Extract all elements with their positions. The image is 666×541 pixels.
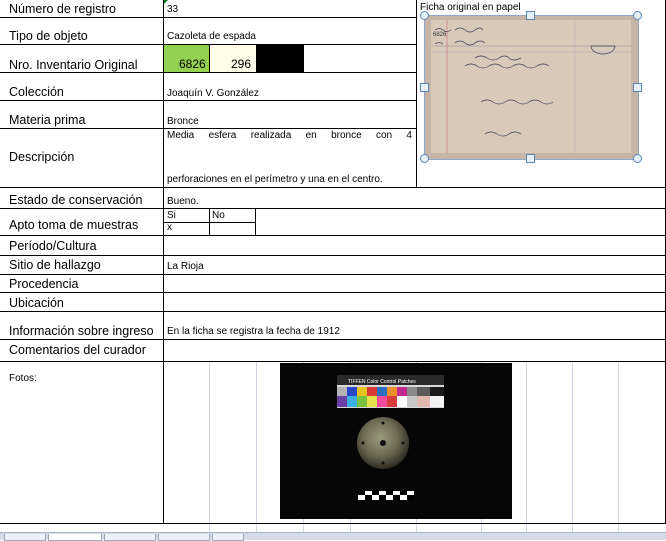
grid-line (209, 362, 210, 532)
label-inventario: Nro. Inventario Original (9, 58, 138, 72)
resize-handle[interactable] (526, 154, 535, 163)
sheet-tab-active[interactable] (48, 534, 102, 541)
value-tipo-objeto[interactable]: Cazoleta de espada (167, 31, 256, 42)
paper-card-scan: 6826 (425, 16, 638, 159)
grid-line (618, 362, 619, 532)
label-sitio: Sitio de hallazgo (9, 258, 101, 272)
label-ubicacion: Ubicación (9, 296, 64, 310)
sheet-tab[interactable] (104, 534, 156, 541)
inventario-cell-black[interactable] (257, 45, 303, 72)
label-numero-registro: Número de registro (9, 2, 116, 16)
value-inventario-1: 6826 (179, 57, 206, 71)
value-numero-registro[interactable]: 33 (167, 4, 178, 15)
label-apto: Apto toma de muestras (9, 218, 139, 232)
grid-line (256, 362, 257, 532)
object-photo[interactable]: TIFFEN Color Control Patches (280, 363, 512, 519)
resize-handle[interactable] (420, 83, 429, 92)
apto-no-header: No (212, 210, 225, 221)
label-descripcion: Descripción (9, 150, 75, 164)
label-ingreso: Información sobre ingreso (9, 324, 154, 338)
resize-handle[interactable] (420, 11, 429, 20)
resize-handle[interactable] (420, 154, 429, 163)
value-ingreso[interactable]: En la ficha se registra la fecha de 1912 (167, 326, 340, 337)
value-sitio[interactable]: La Rioja (167, 261, 204, 272)
label-tipo-objeto: Tipo de objeto (9, 29, 88, 43)
value-materia-prima[interactable]: Bronce (167, 116, 199, 127)
value-inventario-2: 296 (231, 57, 252, 71)
apto-si-mark[interactable]: x (167, 222, 172, 233)
apto-si-header: Si (167, 210, 176, 221)
spreadsheet-sheet[interactable]: Número de registro 33 Tipo de objeto Caz… (0, 0, 666, 532)
label-coleccion: Colección (9, 85, 64, 99)
svg-text:6826: 6826 (433, 32, 447, 38)
resize-handle[interactable] (633, 83, 642, 92)
resize-handle[interactable] (633, 154, 642, 163)
label-estado: Estado de conservación (9, 193, 143, 207)
resize-handle[interactable] (633, 11, 642, 20)
ficha-title: Ficha original en papel (420, 2, 521, 13)
ficha-image[interactable]: 6826 (424, 15, 639, 160)
value-estado[interactable]: Bueno. (167, 196, 199, 207)
photo-content: TIFFEN Color Control Patches (280, 363, 512, 519)
sheet-tab[interactable] (4, 534, 46, 541)
grid-line (526, 362, 527, 532)
label-periodo: Período/Cultura (9, 239, 97, 253)
label-comentarios: Comentarios del curador (9, 343, 146, 357)
value-descripcion-line1[interactable]: Media esfera realizada en bronce con 4 (167, 130, 412, 141)
value-coleccion[interactable]: Joaquín V. González (167, 88, 259, 99)
color-card-title: TIFFEN Color Control Patches (348, 379, 416, 385)
sheet-tab[interactable] (158, 534, 210, 541)
value-descripcion-line2[interactable]: perforaciones en el perímetro y una en e… (167, 174, 383, 185)
label-fotos: Fotos: (9, 373, 37, 384)
grid-line (572, 362, 573, 532)
sheet-tab[interactable] (212, 534, 244, 541)
resize-handle[interactable] (526, 11, 535, 20)
label-procedencia: Procedencia (9, 277, 79, 291)
label-materia-prima: Materia prima (9, 113, 86, 127)
